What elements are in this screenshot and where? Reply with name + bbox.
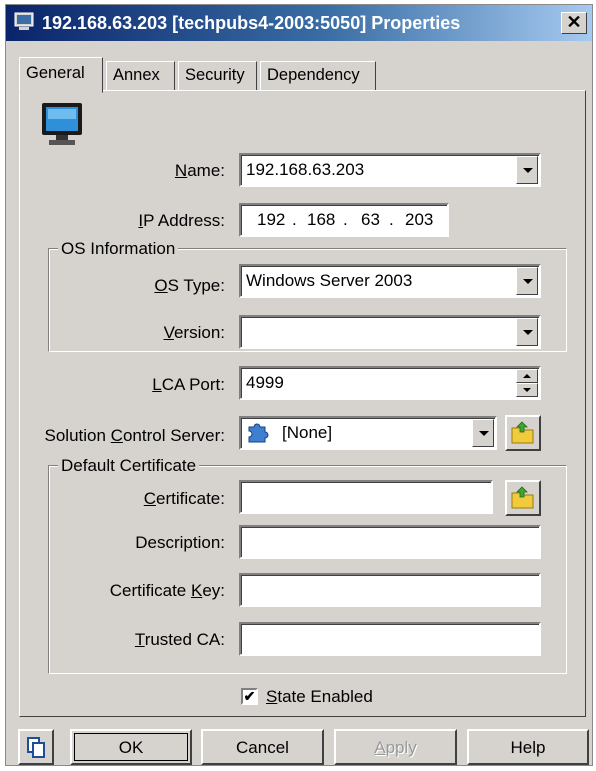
browse-certificate-button[interactable] (505, 480, 541, 516)
solution-control-server-label: Solution Control Server: (44, 426, 226, 445)
browse-solution-control-server-button[interactable] (505, 415, 541, 451)
ip-address-field[interactable]: 192 . 168 . 63 . 203 (239, 203, 449, 237)
certificate-label: Certificate: (143, 489, 225, 508)
lca-port-value: 4999 (246, 373, 284, 392)
name-dropdown-button[interactable] (516, 156, 538, 184)
computer-icon (14, 12, 34, 30)
name-label: Name: (174, 161, 225, 180)
state-enabled-checkbox[interactable]: ✔ (241, 688, 258, 705)
monitor-icon (42, 103, 82, 145)
apply-button[interactable]: Apply (334, 729, 457, 765)
certificate-key-label: Certificate Key: (109, 581, 225, 600)
trusted-ca-field[interactable] (239, 622, 541, 656)
copy-icon (27, 737, 45, 758)
copy-button[interactable] (18, 729, 54, 765)
state-enabled-label[interactable]: State Enabled (266, 687, 373, 707)
cancel-button[interactable]: Cancel (201, 729, 324, 765)
help-button[interactable]: Help (467, 729, 589, 765)
os-type-label: OS Type: (154, 276, 225, 295)
lca-port-spinner[interactable]: 4999 (239, 366, 541, 400)
os-information-legend: OS Information (58, 239, 179, 259)
general-tab-panel: Name: 192.168.63.203 IP Address: 192 . 1… (19, 90, 586, 717)
name-value: 192.168.63.203 (246, 160, 365, 179)
ip-separator: . (292, 210, 297, 229)
ip-octet-2[interactable]: 168 (307, 210, 335, 230)
ip-address-label: IP Address: (138, 211, 225, 230)
version-label: Version: (163, 323, 225, 342)
spin-down-button[interactable] (516, 383, 538, 397)
close-button[interactable]: ✕ (561, 12, 587, 34)
ok-button[interactable]: OK (70, 729, 192, 765)
tab-general[interactable]: General (19, 57, 103, 93)
window-title: 192.168.63.203 [techpubs4-2003:5050] Pro… (42, 13, 461, 33)
version-combobox[interactable] (239, 315, 541, 349)
ip-octet-4[interactable]: 203 (405, 210, 433, 230)
solution-control-server-combobox[interactable]: [None] (239, 416, 497, 450)
description-label: Description: (135, 533, 225, 552)
solution-control-server-value: [None] (282, 423, 333, 442)
certificate-key-field[interactable] (239, 573, 541, 607)
ip-octet-3[interactable]: 63 (361, 210, 380, 230)
ip-octet-1[interactable]: 192 (257, 210, 285, 230)
lca-port-label: LCA Port: (152, 375, 225, 394)
ip-separator: . (389, 210, 394, 229)
os-type-dropdown-button[interactable] (516, 267, 538, 295)
puzzle-piece-icon (248, 423, 269, 443)
description-field[interactable] (239, 525, 541, 559)
ip-separator: . (343, 210, 348, 229)
folder-browse-icon (511, 421, 534, 444)
name-combobox[interactable]: 192.168.63.203 (239, 153, 541, 187)
solution-control-server-dropdown-button[interactable] (472, 419, 494, 447)
version-dropdown-button[interactable] (516, 318, 538, 346)
os-type-value: Windows Server 2003 (246, 271, 413, 290)
folder-browse-icon (511, 486, 534, 509)
trusted-ca-label: Trusted CA: (134, 630, 225, 649)
tab-dependency[interactable]: Dependency (260, 61, 376, 91)
spin-up-button[interactable] (516, 369, 538, 383)
os-type-combobox[interactable]: Windows Server 2003 (239, 264, 541, 298)
tab-security[interactable]: Security (178, 61, 257, 91)
properties-dialog: 192.168.63.203 [techpubs4-2003:5050] Pro… (5, 4, 593, 766)
tab-annex[interactable]: Annex (106, 61, 175, 91)
certificate-field[interactable] (239, 480, 493, 514)
default-certificate-legend: Default Certificate (58, 456, 200, 476)
title-bar[interactable]: 192.168.63.203 [techpubs4-2003:5050] Pro… (6, 5, 592, 41)
